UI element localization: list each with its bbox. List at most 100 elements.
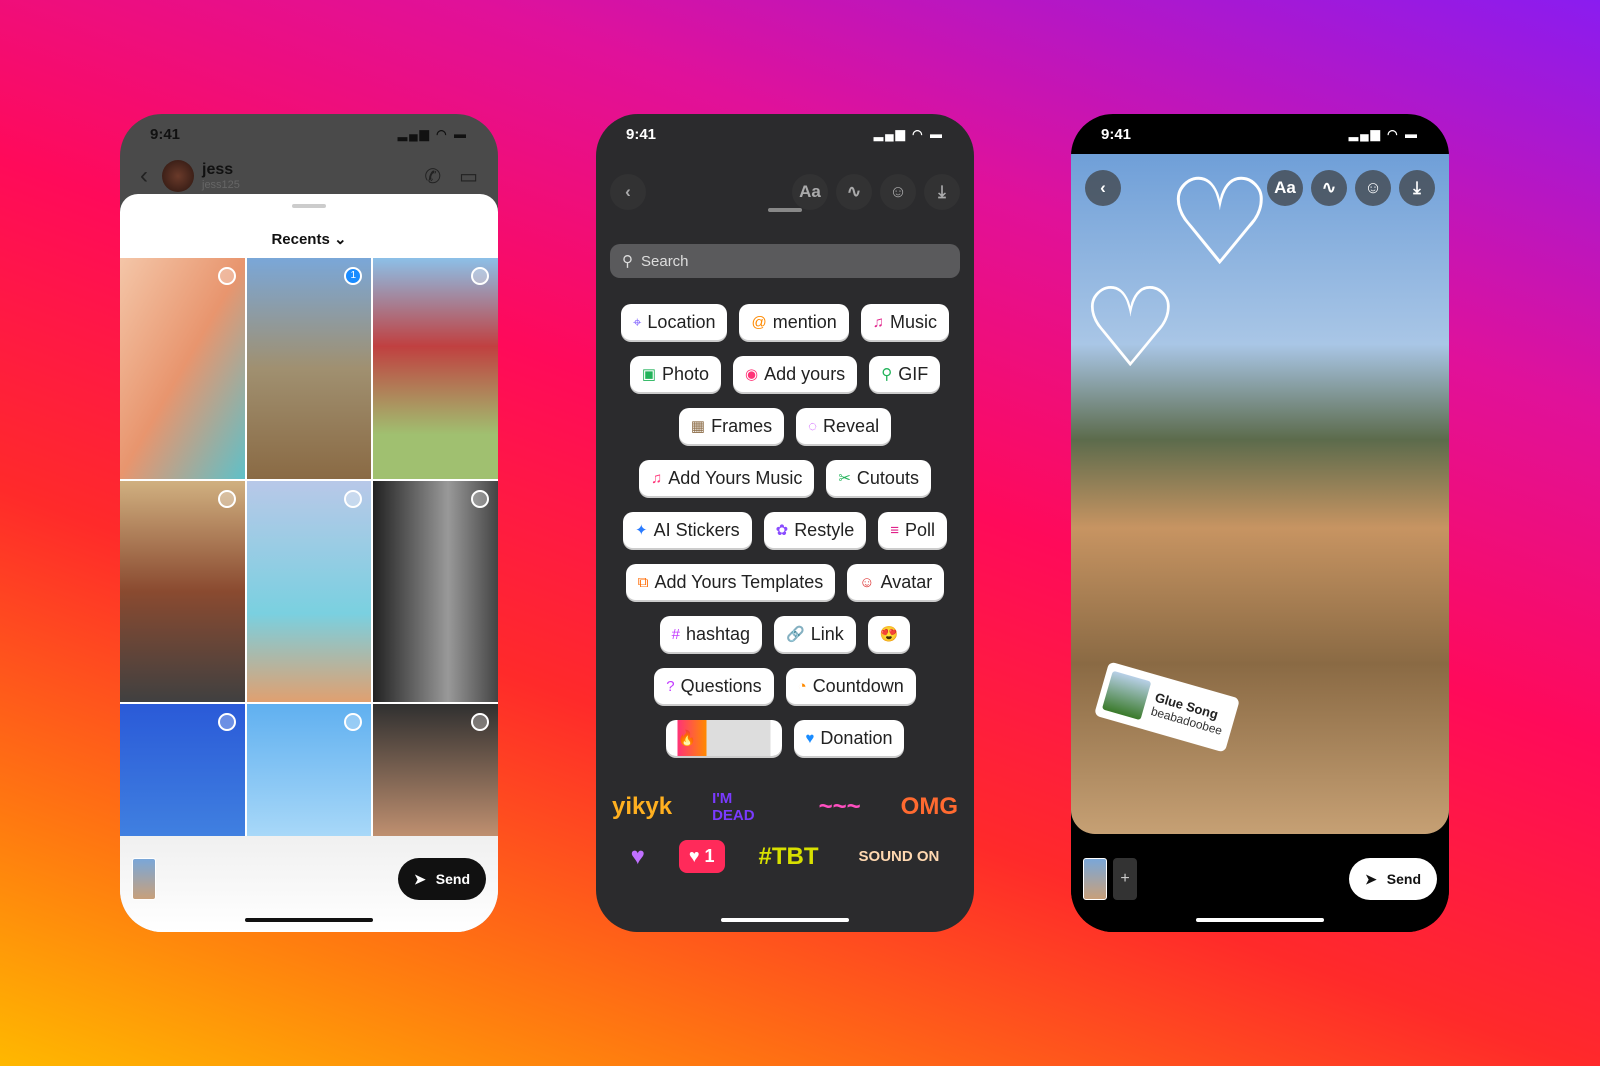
- draw-icon[interactable]: ∿: [1311, 170, 1347, 206]
- back-icon[interactable]: ‹: [140, 162, 148, 190]
- omg-sticker[interactable]: OMG: [895, 793, 964, 821]
- editor-bottom-bar: + ➤ Send: [1071, 836, 1449, 932]
- like-count-sticker[interactable]: ♥ 1: [678, 840, 725, 873]
- photo-thumbnail[interactable]: [373, 258, 498, 479]
- im-dead-sticker[interactable]: I'M DEAD: [706, 790, 785, 824]
- signal-wifi-battery-icon: ▂▄▆ ◠ ▬: [873, 127, 944, 141]
- selected-photo-thumbnail[interactable]: [132, 858, 156, 900]
- photo-thumbnail[interactable]: [246, 704, 372, 837]
- text-icon[interactable]: Aa: [1267, 170, 1303, 206]
- eye-off-icon: ◌: [808, 417, 818, 435]
- phone-story-editor: 9:41 ▂▄▆ ◠ ▬ ♡ ♡ Glue Song beabadoobee ‹…: [1071, 114, 1449, 932]
- sticker-row: # hashtag 🔗 Link 😍: [659, 616, 911, 652]
- download-icon[interactable]: ⤓: [924, 174, 960, 210]
- sticker-link[interactable]: 🔗 Link: [774, 616, 856, 652]
- download-icon[interactable]: ⤓: [1399, 170, 1435, 206]
- sticker-icon[interactable]: ☺: [1355, 170, 1391, 206]
- sheet-grabber[interactable]: [292, 204, 326, 208]
- video-camera-icon[interactable]: ▭: [459, 164, 478, 189]
- sticker-location[interactable]: ⌖ Location: [620, 304, 728, 340]
- sticker-row: ⧉ Add Yours Templates ☺ Avatar: [625, 564, 945, 600]
- sticker-icon[interactable]: ☺: [880, 174, 916, 210]
- story-toolbar: ‹ Aa ∿ ☺ ⤓: [610, 174, 960, 210]
- sticker-label: Questions: [680, 675, 762, 696]
- photo-thumbnail[interactable]: [246, 481, 372, 702]
- photo-thumbnail[interactable]: [120, 704, 245, 837]
- scissors-icon: ✂: [838, 470, 851, 487]
- text-icon[interactable]: Aa: [792, 174, 828, 210]
- heart-face-sticker[interactable]: ♥: [625, 843, 651, 871]
- photo-thumbnail[interactable]: [373, 481, 498, 702]
- sticker-mention[interactable]: @ mention: [739, 304, 849, 340]
- search-icon: ⚲: [622, 253, 633, 270]
- sticker-questions[interactable]: ? Questions: [654, 668, 774, 704]
- sticker-donation[interactable]: ♥ Donation: [793, 720, 905, 756]
- send-button[interactable]: ➤ Send: [1349, 858, 1437, 900]
- music-sticker[interactable]: Glue Song beabadoobee: [1093, 661, 1241, 753]
- recents-dropdown[interactable]: Recents ⌄: [120, 230, 498, 248]
- photo-thumbnail[interactable]: [373, 704, 498, 837]
- photo-thumbnail[interactable]: [120, 481, 245, 702]
- select-circle[interactable]: [470, 713, 489, 731]
- select-circle[interactable]: [217, 267, 236, 285]
- sticker-row: ? Questions ◔ Countdown: [654, 668, 916, 704]
- select-circle[interactable]: [217, 490, 236, 508]
- sticker-ai-stickers[interactable]: ✦ AI Stickers: [623, 512, 752, 548]
- link-icon: 🔗: [786, 626, 805, 643]
- sticker-cutouts[interactable]: ✂ Cutouts: [826, 460, 931, 496]
- graffiti-sticker[interactable]: ~~~: [813, 793, 867, 821]
- chat-header: ‹ jess jess125 ✆ ▭: [120, 156, 498, 196]
- sticker-emoji-slider[interactable]: 🔥: [665, 720, 782, 756]
- photo-thumbnail[interactable]: 1: [246, 258, 372, 479]
- drawn-heart-doodle: ♡: [1081, 267, 1180, 390]
- photo-thumbnail[interactable]: [120, 258, 245, 479]
- sticker-label: Photo: [662, 363, 710, 384]
- select-circle[interactable]: [344, 713, 363, 731]
- sticker-label: mention: [772, 311, 837, 332]
- story-photo[interactable]: ♡ ♡ Glue Song beabadoobee: [1071, 154, 1449, 834]
- status-time: 9:41: [150, 125, 181, 143]
- back-icon[interactable]: ‹: [610, 174, 646, 210]
- sticker-restyle[interactable]: ✿ Restyle: [763, 512, 867, 548]
- select-circle[interactable]: [217, 713, 236, 731]
- phone-icon[interactable]: ✆: [424, 164, 441, 189]
- sticker-label: Add yours: [764, 363, 846, 384]
- sticker-label: hashtag: [685, 623, 750, 644]
- countdown-icon: ◔: [797, 677, 807, 695]
- back-icon[interactable]: ‹: [1085, 170, 1121, 206]
- select-circle[interactable]: [470, 267, 489, 285]
- draw-icon[interactable]: ∿: [836, 174, 872, 210]
- sticker-countdown[interactable]: ◔ Countdown: [785, 668, 916, 704]
- sticker-frames[interactable]: ▦ Frames: [678, 408, 785, 444]
- sticker-hashtag[interactable]: # hashtag: [659, 616, 762, 652]
- sticker-reveal[interactable]: ◌ Reveal: [796, 408, 892, 444]
- story-toolbar: ‹ Aa ∿ ☺ ⤓: [1085, 170, 1435, 206]
- send-button[interactable]: ➤ Send: [398, 858, 486, 900]
- yikyk-sticker[interactable]: yikyk: [606, 793, 678, 821]
- sticker-avatar[interactable]: ☺ Avatar: [847, 564, 945, 600]
- sticker-photo[interactable]: ▣ Photo: [629, 356, 722, 392]
- sticker-label: Poll: [904, 519, 935, 540]
- select-circle[interactable]: [470, 490, 489, 508]
- sticker-add-yours-music[interactable]: ♫ Add Yours Music: [639, 460, 815, 496]
- sticker-label: Location: [647, 311, 716, 332]
- sticker-music[interactable]: ♫ Music: [860, 304, 950, 340]
- frames-photo-icon: ▦: [690, 418, 706, 435]
- story-thumbnail[interactable]: [1083, 858, 1107, 900]
- select-circle[interactable]: [344, 490, 363, 508]
- sound-on-sticker[interactable]: SOUND ON: [853, 848, 946, 865]
- sticker-add-yours[interactable]: ◉ Add yours: [733, 356, 858, 392]
- add-media-button[interactable]: +: [1113, 858, 1137, 900]
- photo-picker-sheet: Recents ⌄ 1 ➤ Send: [120, 194, 498, 932]
- tbt-sticker[interactable]: #TBT: [753, 843, 825, 871]
- sticker-search-input[interactable]: ⚲ Search: [610, 244, 960, 278]
- select-circle-selected[interactable]: 1: [344, 267, 363, 285]
- avatar[interactable]: [162, 160, 194, 192]
- sticker-gif[interactable]: ⚲ GIF: [869, 356, 941, 392]
- sticker-poll[interactable]: ≡ Poll: [878, 512, 947, 548]
- sticker-add-yours-templates[interactable]: ⧉ Add Yours Templates: [625, 564, 836, 600]
- sticker-label: Music: [890, 311, 938, 332]
- sticker-label: Restyle: [794, 519, 855, 540]
- sticker-heart-eyes-emoji[interactable]: 😍: [867, 616, 911, 652]
- sticker-label: Cutouts: [856, 467, 919, 488]
